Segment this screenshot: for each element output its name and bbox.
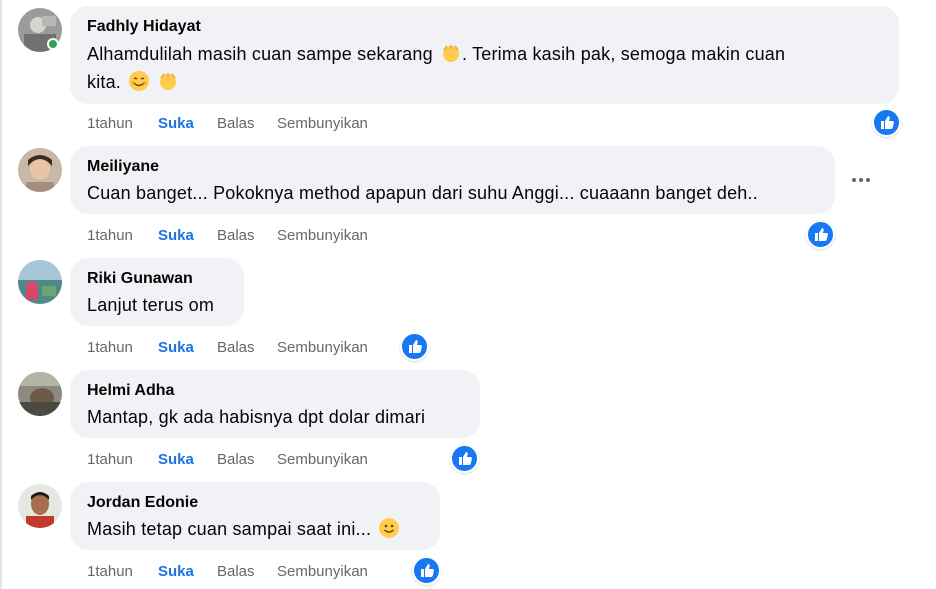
comment-text: Masih tetap cuan sampai saat ini... [87, 516, 424, 542]
like-button[interactable]: Suka [158, 114, 194, 134]
hide-button[interactable]: Sembunyikan [277, 338, 368, 358]
smiling-face-emoji [379, 518, 400, 538]
more-options-icon[interactable] [849, 173, 873, 187]
avatar[interactable] [18, 260, 62, 304]
like-reaction-icon[interactable] [450, 444, 479, 473]
hide-button[interactable]: Sembunyikan [277, 226, 368, 246]
hide-button[interactable]: Sembunyikan [277, 114, 368, 134]
smiling-face-emoji [129, 71, 150, 91]
comment-author[interactable]: Helmi Adha [87, 380, 464, 402]
raising-hands-emoji [160, 73, 177, 90]
reply-button[interactable]: Balas [217, 450, 255, 470]
like-reaction-icon[interactable] [412, 556, 441, 585]
comment-timestamp[interactable]: 1tahun [87, 562, 133, 582]
reply-button[interactable]: Balas [217, 562, 255, 582]
comment-author[interactable]: Fadhly Hidayat [87, 16, 883, 38]
avatar[interactable] [18, 148, 62, 192]
like-reaction-icon[interactable] [806, 220, 835, 249]
comment-author[interactable]: Riki Gunawan [87, 268, 228, 290]
comment-text-part: kita. [87, 72, 122, 92]
comment-timestamp[interactable]: 1tahun [87, 338, 133, 358]
comment-text: Cuan banget... Pokoknya method apapun da… [87, 183, 758, 203]
comment-text: Mantap, gk ada habisnya dpt dolar dimari [87, 407, 426, 427]
like-button[interactable]: Suka [158, 226, 194, 246]
comment-bubble: Jordan Edonie Masih tetap cuan sampai sa… [70, 482, 440, 550]
comment-text-part: . Terima kasih pak, semoga makin cuan [462, 44, 786, 64]
raising-hands-emoji [443, 45, 459, 62]
like-reaction-icon[interactable] [872, 108, 901, 137]
comment-text: Alhamdulilah masih cuan sampe sekarang .… [87, 40, 883, 96]
comment-text: Lanjut terus om [87, 295, 215, 315]
left-border [0, 0, 2, 589]
comment-bubble: Riki Gunawan Lanjut terus om [70, 258, 244, 326]
hide-button[interactable]: Sembunyikan [277, 562, 368, 582]
comment-text-part: Masih tetap cuan sampai saat ini... [87, 519, 372, 539]
reply-button[interactable]: Balas [217, 114, 255, 134]
comment-author[interactable]: Meiliyane [87, 156, 819, 178]
comment-timestamp[interactable]: 1tahun [87, 226, 133, 246]
comment-timestamp[interactable]: 1tahun [87, 450, 133, 470]
reply-button[interactable]: Balas [217, 338, 255, 358]
like-button[interactable]: Suka [158, 338, 194, 358]
comment-bubble: Meiliyane Cuan banget... Pokoknya method… [70, 146, 835, 214]
hide-button[interactable]: Sembunyikan [277, 450, 368, 470]
comment-timestamp[interactable]: 1tahun [87, 114, 133, 134]
avatar[interactable] [18, 484, 62, 528]
comment-bubble: Fadhly Hidayat Alhamdulilah masih cuan s… [70, 6, 899, 104]
like-reaction-icon[interactable] [400, 332, 429, 361]
like-button[interactable]: Suka [158, 450, 194, 470]
avatar[interactable] [18, 372, 62, 416]
comment-author[interactable]: Jordan Edonie [87, 492, 424, 514]
like-button[interactable]: Suka [158, 562, 194, 582]
online-status-dot [47, 38, 59, 50]
comment-text-part: Alhamdulilah masih cuan sampe sekarang [87, 44, 433, 64]
comment-bubble: Helmi Adha Mantap, gk ada habisnya dpt d… [70, 370, 480, 438]
reply-button[interactable]: Balas [217, 226, 255, 246]
